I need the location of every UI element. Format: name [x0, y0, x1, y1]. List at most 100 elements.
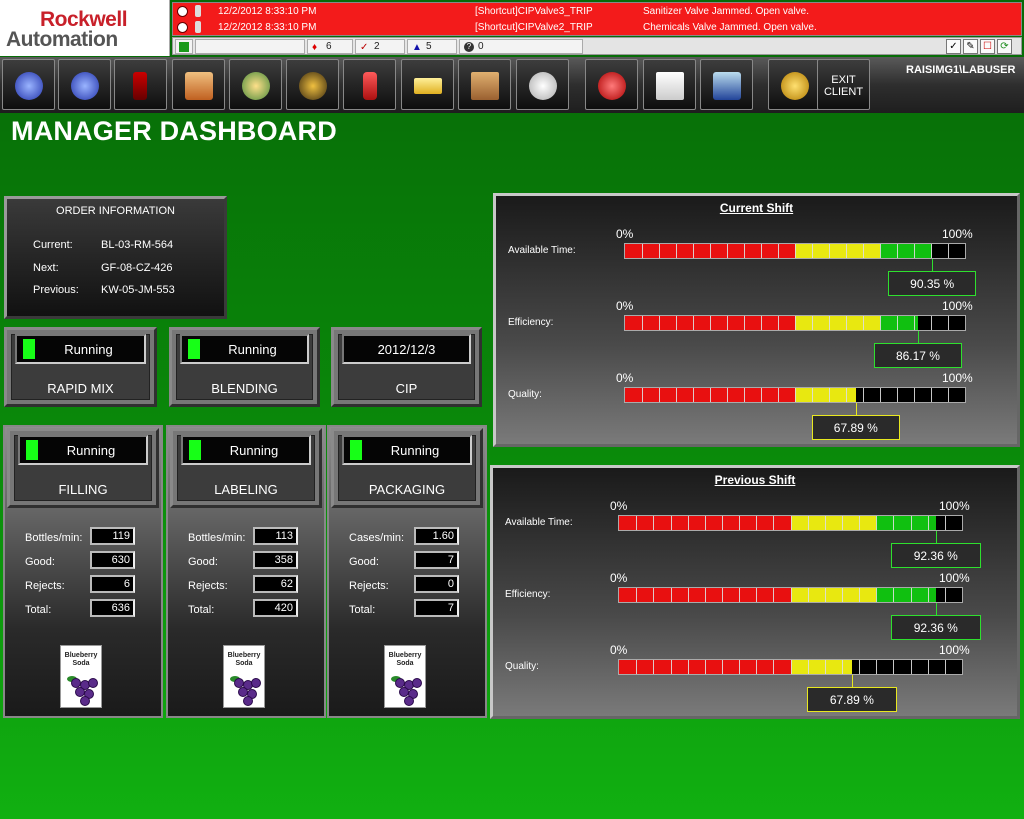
line-status: Running: [66, 443, 116, 458]
navigation-toolbar: EXIT CLIENT: [0, 57, 1024, 113]
total-label: Total:: [188, 604, 215, 616]
gauge-min-label: 0%: [610, 499, 628, 513]
packaging-tile[interactable]: Running PACKAGING: [331, 428, 483, 508]
blueberry-soda-image: Blueberry Soda: [223, 645, 265, 708]
gauge-pointer: [855, 403, 857, 415]
gauge-tick: [756, 516, 758, 530]
gauge-tick: [710, 316, 711, 330]
label-button[interactable]: [401, 59, 454, 110]
alarm-row[interactable]: 12/2/2012 8:33:10 PM [Shortcut]CIPValve3…: [173, 4, 1021, 20]
gauge-tick: [676, 316, 677, 330]
gauge-tick: [914, 244, 915, 258]
gauge-tick: [642, 316, 643, 330]
return-button[interactable]: [114, 59, 167, 110]
gauge-min-label: 0%: [616, 371, 634, 385]
gauge-tick: [893, 588, 895, 602]
ack-count-box[interactable]: ✓ 2: [355, 39, 405, 54]
rapid-mix-tile[interactable]: Running RAPID MIX: [4, 327, 157, 407]
order-previous-value: KW-05-JM-553: [101, 284, 175, 296]
alarm-count-box[interactable]: ♦ 6: [307, 39, 353, 54]
lab-button[interactable]: [229, 59, 282, 110]
alarm-tag: [Shortcut]CIPValve3_TRIP: [475, 6, 593, 17]
gauge-tick: [880, 316, 881, 330]
gauge-pointer: [851, 675, 853, 687]
alarm-row[interactable]: 12/2/2012 8:33:10 PM [Shortcut]CIPValve2…: [173, 20, 1021, 36]
info-count: 0: [478, 41, 484, 52]
bottle-icon: [363, 72, 377, 100]
gauge-value: 92.36 %: [890, 615, 981, 640]
gauge-pointer: [935, 531, 937, 543]
alarm-time: 12/2/2012 8:33:10 PM: [218, 22, 317, 33]
blending-tile[interactable]: Running BLENDING: [169, 327, 320, 407]
gauge-tick: [824, 660, 826, 674]
gauge-pointer: [935, 603, 937, 615]
flag-icon[interactable]: [175, 39, 193, 54]
valve-icon: [195, 21, 201, 33]
login-button[interactable]: [768, 59, 821, 110]
alarms-button[interactable]: [585, 59, 638, 110]
alarm-banner[interactable]: 12/2/2012 8:33:10 PM [Shortcut]CIPValve3…: [172, 2, 1022, 36]
gauge-tick: [704, 516, 706, 530]
gauge-value: 92.36 %: [890, 543, 981, 568]
gauge-tick: [693, 388, 694, 402]
gauge-max-label: 100%: [942, 299, 973, 313]
pending-count-box[interactable]: ▲ 5: [407, 39, 457, 54]
gauge-min-label: 0%: [616, 227, 634, 241]
rate-label: Bottles/min:: [25, 532, 83, 544]
gauge-value: 67.89 %: [806, 687, 897, 712]
gauge-tick: [927, 660, 929, 674]
gauge-bar: [618, 587, 963, 603]
gauge-max-label: 100%: [942, 371, 973, 385]
forward-button[interactable]: [58, 59, 111, 110]
gauge-tick: [859, 588, 861, 602]
gauge-label: Quality:: [508, 389, 542, 400]
product-line1: Blueberry: [64, 652, 98, 659]
computer-icon: [713, 72, 741, 100]
gauge-fill-yellow: [795, 244, 880, 258]
gauge-tick: [893, 516, 895, 530]
network-button[interactable]: [700, 59, 753, 110]
cip-tile[interactable]: 2012/12/3 CIP: [331, 327, 482, 407]
acknowledge-icon[interactable]: ✓: [946, 39, 961, 54]
gauge-tick: [859, 516, 861, 530]
gauge-tick: [812, 316, 813, 330]
gauge-tick: [910, 516, 912, 530]
rejects-label: Rejects:: [25, 580, 65, 592]
trends-button[interactable]: [643, 59, 696, 110]
box-icon: [471, 72, 499, 100]
total-value: 636: [90, 599, 135, 617]
order-information-panel: ORDER INFORMATION Current: BL-03-RM-564 …: [4, 196, 227, 319]
back-button[interactable]: [2, 59, 55, 110]
rapid-mix-name: RAPID MIX: [47, 381, 114, 396]
bottle-button[interactable]: [343, 59, 396, 110]
fan-button[interactable]: [286, 59, 339, 110]
exit-client-button[interactable]: EXIT CLIENT: [817, 59, 870, 110]
refresh-icon[interactable]: ⟳: [997, 39, 1012, 54]
gauge-tick: [859, 660, 861, 674]
gauge-tick: [687, 516, 689, 530]
gauge-tick: [778, 388, 779, 402]
info-count-box[interactable]: ? 0: [459, 39, 583, 54]
package-button[interactable]: [458, 59, 511, 110]
gauge-tick: [761, 244, 762, 258]
gauge-fill-yellow: [790, 516, 877, 530]
silence-icon[interactable]: ☐: [980, 39, 995, 54]
labeling-tile[interactable]: Running LABELING: [170, 428, 322, 508]
gauge-tick: [948, 316, 949, 330]
order-title: ORDER INFORMATION: [56, 205, 175, 217]
line-status: Running: [390, 443, 440, 458]
gauge-tick: [676, 388, 677, 402]
cleaning-button[interactable]: [516, 59, 569, 110]
gauge-tick: [721, 588, 723, 602]
gauge-tick: [642, 388, 643, 402]
alarm-message: Chemicals Valve Jammed. Open valve.: [643, 22, 817, 33]
gauge-tick: [914, 316, 915, 330]
gauge-tick: [795, 316, 796, 330]
alarm-bell-icon: [177, 22, 188, 33]
filling-tile[interactable]: Running FILLING: [7, 428, 159, 508]
gauge-tick: [778, 244, 779, 258]
edit-icon[interactable]: ✎: [963, 39, 978, 54]
home-button[interactable]: [172, 59, 225, 110]
gauge-tick: [846, 316, 847, 330]
gauge-tick: [841, 660, 843, 674]
